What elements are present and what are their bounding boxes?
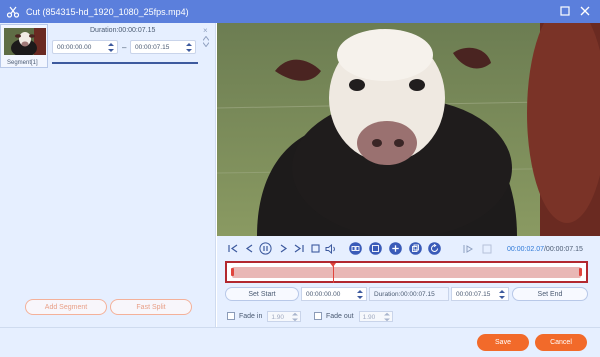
fade-out-label: Fade out xyxy=(326,312,354,320)
scissors-icon xyxy=(6,6,20,18)
segment-duration: Duration:00:00:07.15 xyxy=(90,27,156,34)
start-time-value: 00:00:00.00 xyxy=(306,291,341,298)
restore-icon[interactable] xyxy=(558,4,572,18)
range-editor-row: Set Start 00:00:00.00 Duration:00:00:07.… xyxy=(225,287,588,301)
video-preview[interactable] xyxy=(217,23,600,236)
current-time: 00:00:02.07 xyxy=(507,246,544,253)
fade-out-input[interactable]: 1.90 xyxy=(358,310,393,322)
timeline[interactable] xyxy=(225,261,588,283)
fullscreen-icon[interactable] xyxy=(480,242,493,255)
segment-range-bar xyxy=(52,62,198,64)
add-icon[interactable] xyxy=(389,242,402,255)
timeline-selection[interactable] xyxy=(231,267,582,278)
segment-thumbnail-card[interactable]: Segment[1] xyxy=(0,24,48,68)
cancel-button[interactable]: Cancel xyxy=(535,334,587,351)
timeline-end-handle[interactable] xyxy=(579,268,582,276)
previous-frame-icon[interactable] xyxy=(243,242,256,255)
loop-segment-icon[interactable] xyxy=(349,242,362,255)
stop-icon[interactable] xyxy=(309,242,322,255)
next-frame-icon[interactable] xyxy=(277,242,290,255)
title-bar: Cut (854315-hd_1920_1080_25fps.mp4) xyxy=(0,0,600,23)
copy-icon[interactable] xyxy=(409,242,422,255)
duration-display: Duration:00:00:07.15 xyxy=(369,287,449,301)
snapshot-icon[interactable] xyxy=(369,242,382,255)
fade-out-row: Fade out 1.90 xyxy=(314,310,393,322)
reset-icon[interactable] xyxy=(428,242,441,255)
pause-icon[interactable] xyxy=(259,242,272,255)
time-readout: 00:00:02.07/00:00:07.15 xyxy=(507,246,583,253)
delete-segment-icon[interactable]: × xyxy=(203,26,208,35)
spinner-icon[interactable] xyxy=(292,312,299,322)
spinner-icon[interactable] xyxy=(108,42,114,53)
end-time-value: 00:00:07.15 xyxy=(456,291,491,298)
fade-in-value: 1.90 xyxy=(271,313,285,321)
fade-in-checkbox[interactable] xyxy=(227,312,235,320)
move-up-icon[interactable] xyxy=(203,36,209,41)
fade-in-input[interactable]: 1.90 xyxy=(267,310,302,322)
timeline-start-handle[interactable] xyxy=(231,268,234,276)
duration-value: Duration:00:00:07.15 xyxy=(374,291,435,298)
fade-out-value: 1.90 xyxy=(362,313,376,321)
fade-out-checkbox[interactable] xyxy=(314,312,322,320)
spinner-icon[interactable] xyxy=(499,289,505,300)
segment-start-time-input[interactable]: 00:00:00.00 xyxy=(52,40,118,54)
segment-label: Segment[1] xyxy=(7,60,38,66)
dialog-footer: Save Cancel xyxy=(0,327,600,357)
spinner-icon[interactable] xyxy=(186,42,192,53)
set-end-button[interactable]: Set End xyxy=(512,287,588,301)
move-down-icon[interactable] xyxy=(203,42,209,47)
jump-to-end-icon[interactable] xyxy=(292,242,305,255)
segment-start-time-value: 00:00:00.00 xyxy=(57,44,92,51)
start-time-input[interactable]: 00:00:00.00 xyxy=(301,287,367,301)
segment-end-time-value: 00:00:07.15 xyxy=(135,44,170,51)
editor-controls: 00:00:02.07/00:00:07.15 Set Start 00:00:… xyxy=(217,236,600,327)
save-button[interactable]: Save xyxy=(477,334,529,351)
fade-in-row: Fade in 1.90 xyxy=(227,310,302,322)
set-start-button[interactable]: Set Start xyxy=(225,287,299,301)
spinner-icon[interactable] xyxy=(357,289,363,300)
segment-end-time-input[interactable]: 00:00:07.15 xyxy=(130,40,196,54)
segment-panel: Segment[1] Duration:00:00:07.15 00:00:00… xyxy=(0,23,216,327)
playhead[interactable] xyxy=(333,266,335,283)
time-range-dash: – xyxy=(122,43,127,52)
jump-to-start-icon[interactable] xyxy=(227,242,240,255)
fade-in-label: Fade in xyxy=(239,312,263,320)
total-time: /00:00:07.15 xyxy=(543,246,583,253)
spinner-icon[interactable] xyxy=(383,312,390,322)
close-icon[interactable] xyxy=(578,4,592,18)
add-segment-button[interactable]: Add Segment xyxy=(25,299,107,315)
window-title: Cut (854315-hd_1920_1080_25fps.mp4) xyxy=(26,6,189,17)
end-time-input[interactable]: 00:00:07.15 xyxy=(451,287,509,301)
segment-thumbnail xyxy=(4,28,46,55)
play-segment-icon[interactable] xyxy=(462,242,475,255)
volume-icon[interactable] xyxy=(324,242,337,255)
fast-split-button[interactable]: Fast Split xyxy=(110,299,192,315)
